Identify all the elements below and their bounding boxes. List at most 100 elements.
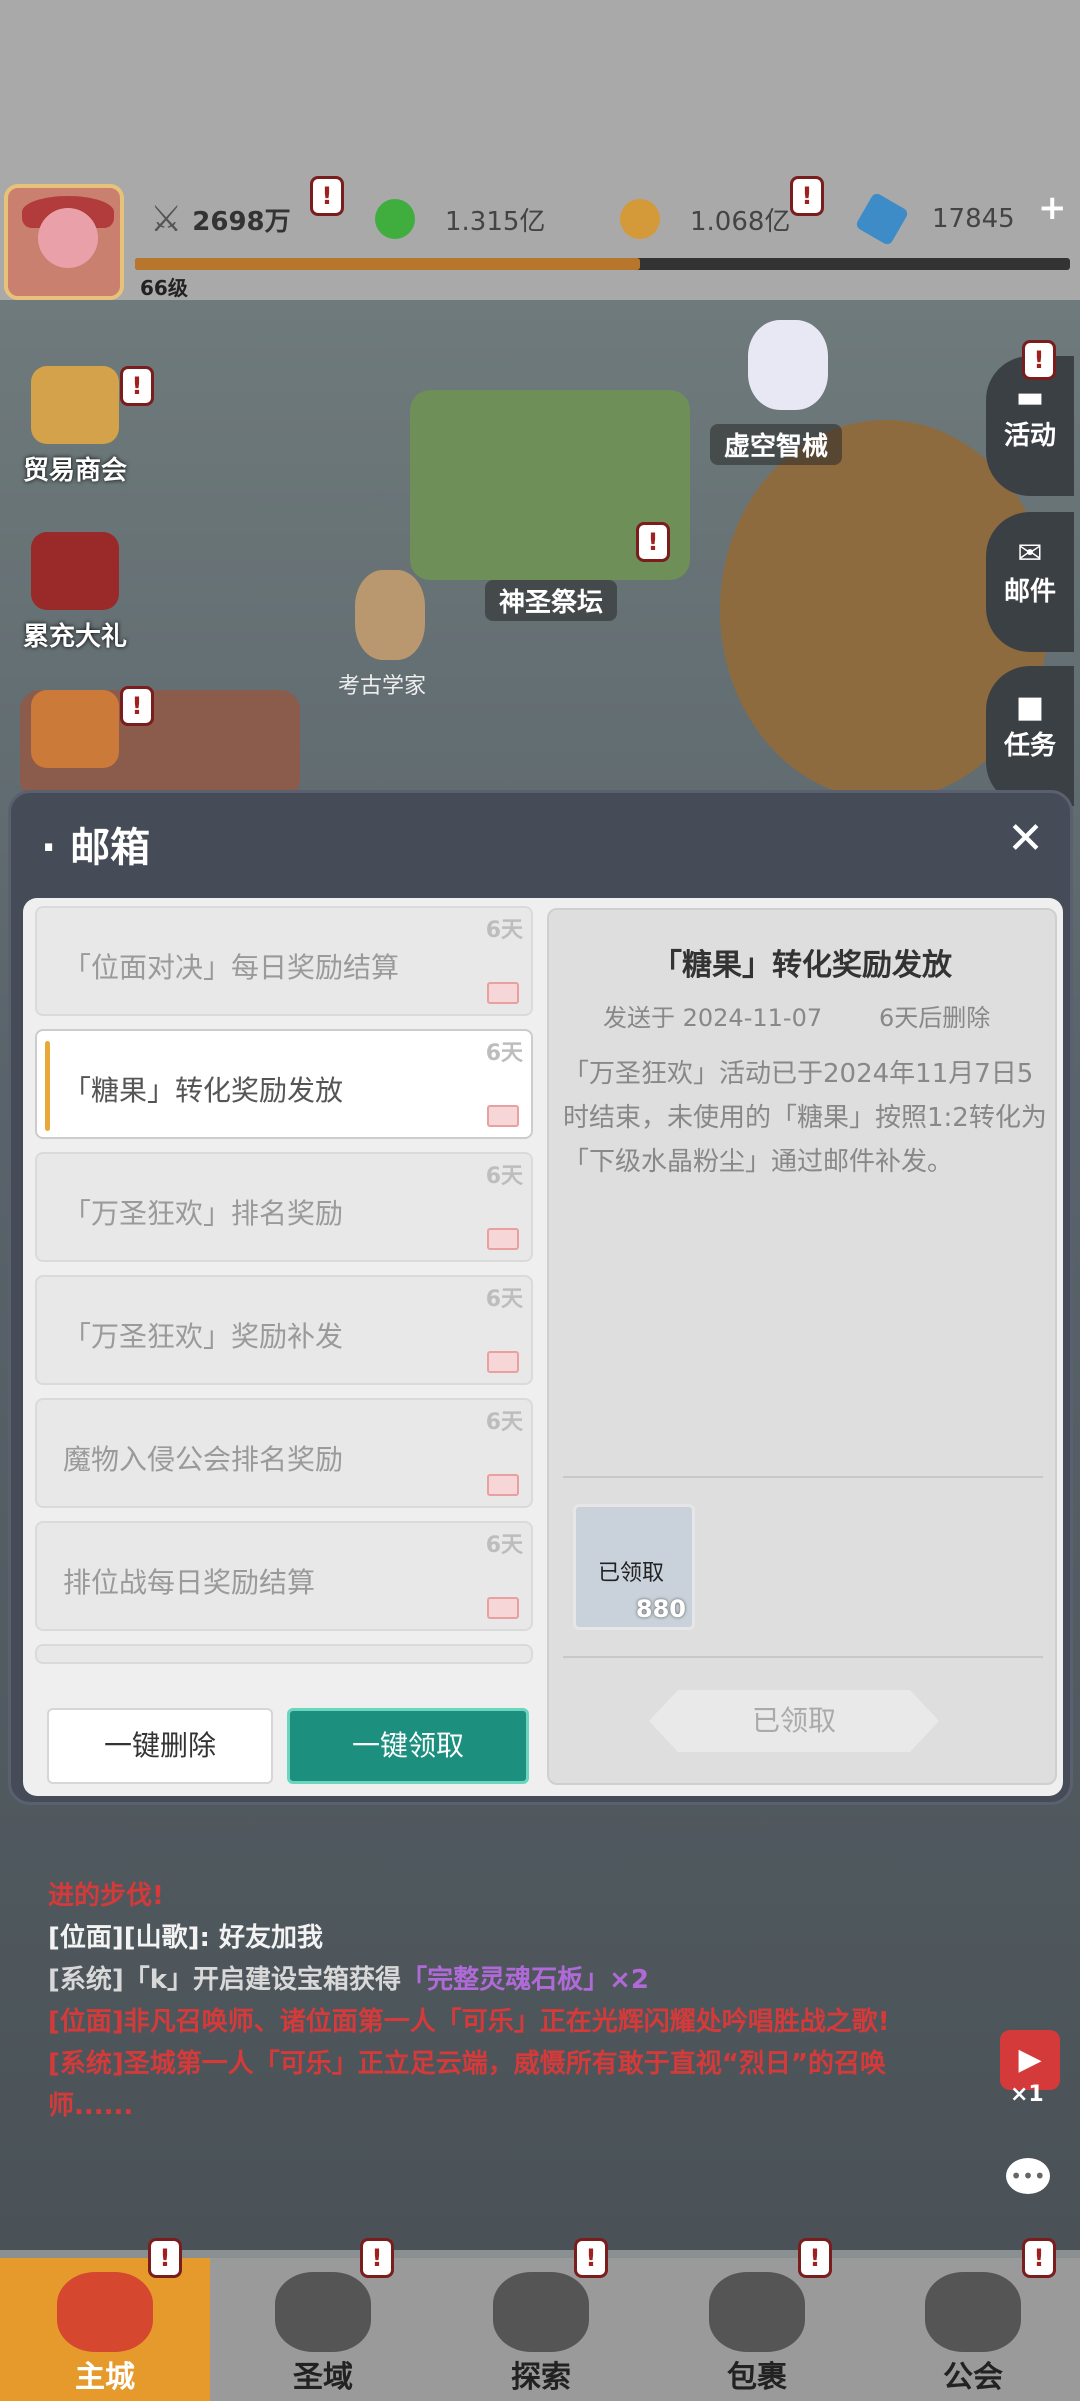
mail-item[interactable] (35, 1644, 533, 1664)
chat-sender: [位面][山歌]: (48, 1923, 219, 1953)
castle-icon (57, 2272, 153, 2352)
envelope-icon (487, 1474, 519, 1496)
claim-all-button[interactable]: 一键领取 (287, 1708, 529, 1784)
power-value: 2698万 (192, 206, 291, 237)
close-icon[interactable]: ✕ (1007, 813, 1044, 864)
player-level: 66级 (140, 276, 188, 300)
chat-line: [位面][山歌]: 好友加我 (48, 1917, 928, 1959)
chat-line: [系统]圣城第一人「可乐」正立足云端，威慑所有敢于直视“烈日”的召唤师.....… (48, 2049, 886, 2121)
gift-box-button[interactable] (20, 690, 130, 780)
mail-item-days: 6天 (485, 1287, 523, 1312)
chat-line: 进的步伐! (48, 1881, 164, 1911)
mailbox-dialog: · 邮箱 ✕ 「位面对决」每日奖励结算 6天 「糖果」转化奖励发放 6天 「万圣狂欢… (8, 790, 1073, 1805)
crystal-icon (854, 191, 910, 247)
recharge-gift-label: 累充大礼 (22, 622, 127, 652)
gold-coin-value: 1.068亿 (690, 206, 791, 237)
nav-explore[interactable]: 探索 (436, 2258, 646, 2401)
mail-item-title: 「糖果」转化奖励发放 (63, 1074, 344, 1107)
mail-item-title: 魔物入侵公会排名奖励 (63, 1443, 344, 1476)
bag-icon (709, 2272, 805, 2352)
mail-sent-date: 发送于 2024-11-07 (603, 1004, 823, 1032)
chat-message: [系统]「k」开启建设宝箱获得 (48, 1965, 402, 1995)
nav-main-city[interactable]: 主城 (0, 2258, 210, 2401)
nav-label: 主城 (75, 2360, 135, 2395)
nav-label: 圣域 (293, 2360, 353, 2395)
altar-label[interactable]: 神圣祭坛 (485, 580, 618, 621)
alert-icon: ! (636, 522, 670, 562)
experience-bar (135, 258, 1070, 270)
nav-guild[interactable]: 公会 (868, 2258, 1078, 2401)
alert-icon: ! (1022, 2238, 1056, 2278)
nav-label: 包裹 (727, 2360, 787, 2395)
mail-item-title: 「万圣狂欢」排名奖励 (63, 1197, 344, 1230)
mail-item-days: 6天 (485, 1533, 523, 1558)
reward-item[interactable]: 已领取 880 (573, 1504, 695, 1630)
mail-item-title: 排位战每日奖励结算 (63, 1566, 316, 1599)
void-machine-label[interactable]: 虚空智械 (710, 424, 843, 465)
chat-item-link[interactable]: 「完整灵魂石板」 (401, 1965, 609, 1995)
recharge-gift-button[interactable]: 累充大礼 (20, 532, 130, 653)
nav-sanctuary[interactable]: 圣域 (218, 2258, 428, 2401)
reward-status: 已领取 (598, 1561, 665, 1586)
green-gem-value: 1.315亿 (445, 206, 546, 237)
envelope-icon (487, 1351, 519, 1373)
top-status-bar (0, 0, 1080, 300)
chat-feed[interactable]: 进的步伐! [位面][山歌]: 好友加我 [系统]「k」开启建设宝箱获得「完整灵… (48, 1875, 928, 2127)
mail-item-days: 6天 (485, 918, 523, 943)
archaeologist-label: 考古学家 (338, 674, 427, 699)
dragon-icon (31, 532, 119, 610)
resource-green-gem: 1.315亿 (375, 195, 545, 243)
nav-bag[interactable]: 包裹 (652, 2258, 862, 2401)
task-label: 任务 (1003, 731, 1056, 761)
delete-all-button[interactable]: 一键删除 (47, 1708, 273, 1784)
alert-icon: ! (310, 176, 344, 216)
trade-guild-button[interactable]: 贸易商会 (20, 366, 130, 487)
alert-icon: ! (120, 366, 154, 406)
guild-icon (925, 2272, 1021, 2352)
chat-icon[interactable]: ••• (1006, 2158, 1050, 2194)
alert-icon: ! (360, 2238, 394, 2278)
trade-guild-label: 贸易商会 (22, 456, 127, 486)
mailbox-body: 「位面对决」每日奖励结算 6天 「糖果」转化奖励发放 6天 「万圣狂欢」排名奖励 6天… (23, 898, 1063, 1796)
alert-icon: ! (148, 2238, 182, 2278)
alert-icon: ! (790, 176, 824, 216)
mail-item[interactable]: 排位战每日奖励结算 6天 (35, 1521, 533, 1631)
mail-item[interactable]: 「万圣狂欢」排名奖励 6天 (35, 1152, 533, 1262)
add-crystal-button[interactable]: + (1038, 188, 1072, 228)
gift-icon (31, 690, 119, 768)
mail-button[interactable]: ✉ 邮件 (986, 512, 1074, 652)
alert-icon: ! (574, 2238, 608, 2278)
crystal-value: 17845 (932, 204, 1015, 234)
mail-item[interactable]: 「位面对决」每日奖励结算 6天 (35, 906, 533, 1016)
mail-item[interactable]: 「万圣狂欢」奖励补发 6天 (35, 1275, 533, 1385)
mail-item-title: 「位面对决」每日奖励结算 (63, 951, 400, 984)
resource-gold-coin: 1.068亿 (620, 195, 790, 243)
resource-crystal: 17845 (854, 191, 1015, 247)
mail-detail-title: 「糖果」转化奖励发放 (652, 948, 952, 983)
chat-line: [系统]「k」开启建设宝箱获得「完整灵魂石板」×2 (48, 1959, 928, 2001)
mail-item-selected[interactable]: 「糖果」转化奖励发放 6天 (35, 1029, 533, 1139)
mail-list[interactable]: 「位面对决」每日奖励结算 6天 「糖果」转化奖励发放 6天 「万圣狂欢」排名奖励 6天… (35, 906, 533, 1666)
mailbox-title: · 邮箱 (41, 825, 151, 871)
nav-label: 公会 (943, 2360, 1003, 2395)
green-gem-icon (375, 199, 415, 239)
mail-item-days: 6天 (485, 1164, 523, 1189)
sword-icon: ⚔ (150, 198, 183, 240)
mail-detail-panel: 「糖果」转化奖励发放 发送于 2024-11-07 6天后删除 「万圣狂欢」活动… (547, 908, 1057, 1785)
claimed-button[interactable]: 已领取 (649, 1690, 939, 1752)
chat-message: 好友加我 (218, 1923, 323, 1953)
alert-icon: ! (798, 2238, 832, 2278)
mail-body-text: 「万圣狂欢」活动已于2024年11月7日5时结束，未使用的「糖果」按照1:2转化… (563, 1059, 1047, 1177)
mailbox-title-text: 邮箱 (70, 825, 151, 871)
castle-icon (31, 366, 119, 444)
task-button[interactable]: ■ 任务 (986, 666, 1074, 806)
envelope-icon (487, 1105, 519, 1127)
player-avatar[interactable] (4, 184, 124, 300)
mail-item[interactable]: 魔物入侵公会排名奖励 6天 (35, 1398, 533, 1508)
archaeologist-npc[interactable] (355, 570, 425, 660)
vortex-icon (275, 2272, 371, 2352)
divider (563, 1656, 1043, 1658)
video-play-icon[interactable]: ▶ (1000, 2030, 1060, 2090)
mail-item-title: 「万圣狂欢」奖励补发 (63, 1320, 344, 1353)
chat-line: [位面]非凡召唤师、诸位面第一人「可乐」正在光辉闪耀处吟唱胜战之歌! (48, 2007, 890, 2037)
